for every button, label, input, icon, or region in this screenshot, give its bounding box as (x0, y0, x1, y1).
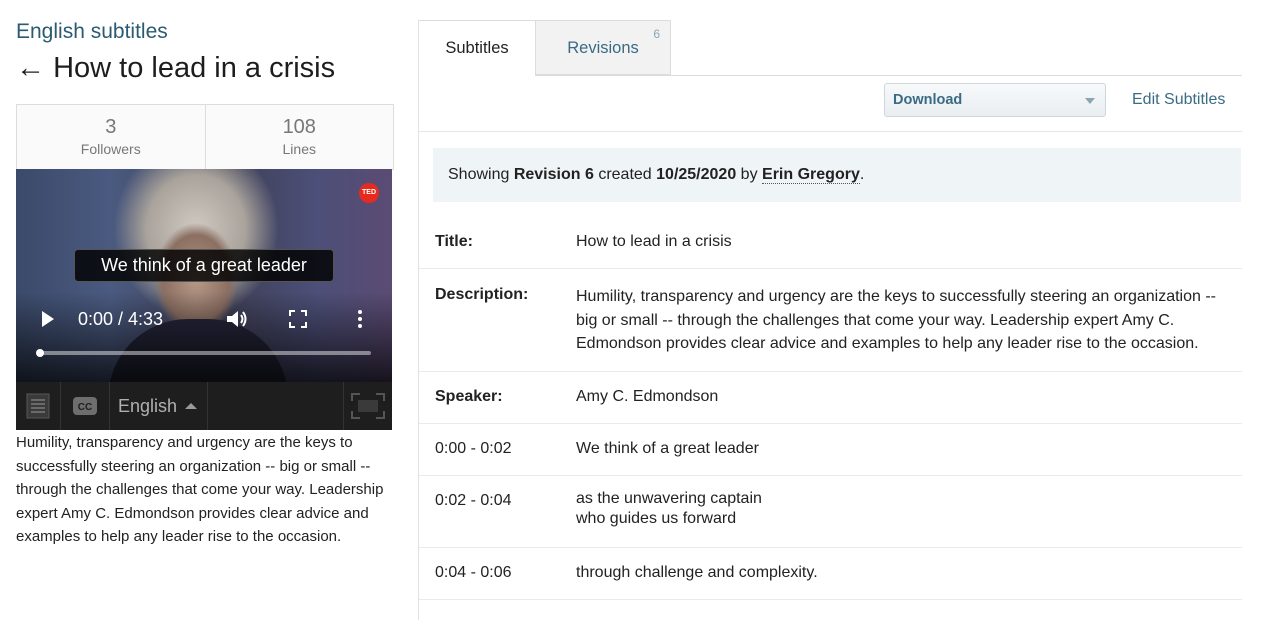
fullscreen-icon[interactable] (289, 310, 307, 328)
speaker-label: Speaker: (435, 388, 503, 405)
subtitle-time: 0:02 - 0:04 (435, 492, 512, 509)
video-title-text: How to lead in a crisis (53, 52, 336, 84)
speaker-value: Amy C. Edmondson (576, 388, 719, 405)
stats-bar: 3 Followers 108 Lines (16, 104, 394, 170)
description-row: Description: Humility, transparency and … (419, 269, 1242, 372)
player-toolbar: CC English (16, 382, 392, 430)
svg-text:CC: CC (78, 402, 92, 413)
back-arrow-icon[interactable]: ← (16, 52, 45, 84)
subtitle-text: through challenge and complexity. (576, 564, 818, 581)
ted-logo: TED (359, 183, 379, 203)
followers-label: Followers (80, 141, 141, 157)
subtitle-time: 0:00 - 0:02 (435, 440, 512, 457)
revision-by: by (740, 166, 758, 183)
tab-revisions[interactable]: Revisions 6 (536, 20, 671, 75)
more-vertical-icon[interactable] (356, 309, 364, 329)
volume-icon[interactable] (225, 308, 249, 330)
followers-count: 3 (105, 116, 117, 138)
revision-name: Revision 6 (513, 166, 594, 183)
language-title[interactable]: English subtitles (16, 20, 168, 44)
download-select[interactable]: Download (884, 83, 1106, 117)
tab-revisions-label: Revisions (567, 39, 639, 57)
subtitle-caption: We think of a great leader (74, 249, 334, 282)
lines-count: 108 (282, 116, 316, 138)
title-row: Title: How to lead in a crisis (419, 218, 1242, 269)
revision-created: created (598, 166, 652, 183)
subtitle-toolbar: Download Edit Subtitles (419, 76, 1242, 132)
speaker-row: Speaker: Amy C. Edmondson (419, 372, 1242, 424)
revisions-count-badge: 6 (653, 27, 660, 41)
title-label: Title: (435, 233, 473, 250)
video-shade (16, 292, 392, 382)
subtitle-line: 0:02 - 0:04 as the unwavering captain wh… (419, 476, 1242, 548)
revision-banner: Showing Revision 6 created 10/25/2020 by… (433, 148, 1241, 202)
talk-description: Humility, transparency and urgency are t… (16, 434, 384, 545)
chevron-down-icon (1085, 98, 1095, 104)
expand-icon[interactable] (343, 382, 392, 430)
revision-prefix: Showing (448, 166, 510, 183)
time-display: 0:00 / 4:33 (78, 309, 164, 329)
subtitle-time: 0:04 - 0:06 (435, 564, 512, 581)
page-title: ← How to lead in a crisis (16, 52, 335, 85)
tab-bar: Subtitles Revisions 6 (418, 20, 1242, 76)
caret-up-icon (185, 403, 198, 409)
revision-suffix: . (859, 166, 865, 183)
revision-author-link[interactable]: Erin Gregory (762, 166, 860, 184)
language-selector[interactable]: English (109, 382, 209, 430)
subtitle-line: 0:04 - 0:06 through challenge and comple… (419, 548, 1242, 600)
description-label: Description: (435, 286, 529, 303)
subtitle-text-line-2: who guides us forward (576, 510, 737, 527)
download-label: Download (893, 92, 963, 108)
description-value: Humility, transparency and urgency are t… (576, 288, 1217, 352)
tab-subtitles[interactable]: Subtitles (419, 20, 536, 76)
play-icon[interactable] (40, 309, 56, 329)
edit-subtitles-link[interactable]: Edit Subtitles (1132, 83, 1225, 117)
transcript-icon[interactable] (16, 382, 61, 430)
subtitle-text-line-1: as the unwavering captain (576, 490, 762, 507)
subtitle-text: as the unwavering captain who guides us … (576, 489, 1222, 529)
revision-date: 10/25/2020 (656, 166, 737, 183)
lines-stat: 108 Lines (204, 105, 394, 169)
video-progress-bar[interactable] (36, 349, 371, 357)
subtitles-panel: Subtitles Revisions 6 Download Edit Subt… (418, 0, 1242, 620)
video-player[interactable]: TED We think of a great leader 0:00 / 4:… (16, 169, 392, 382)
closed-captions-icon[interactable]: CC (61, 382, 109, 430)
subtitle-line: 0:00 - 0:02 We think of a great leader (419, 424, 1242, 476)
language-selector-label: English (118, 395, 178, 416)
progress-handle[interactable] (36, 349, 44, 357)
subtitle-text: We think of a great leader (576, 440, 759, 457)
title-value: How to lead in a crisis (576, 233, 732, 250)
lines-label: Lines (282, 141, 316, 157)
followers-stat[interactable]: 3 Followers (17, 105, 205, 169)
